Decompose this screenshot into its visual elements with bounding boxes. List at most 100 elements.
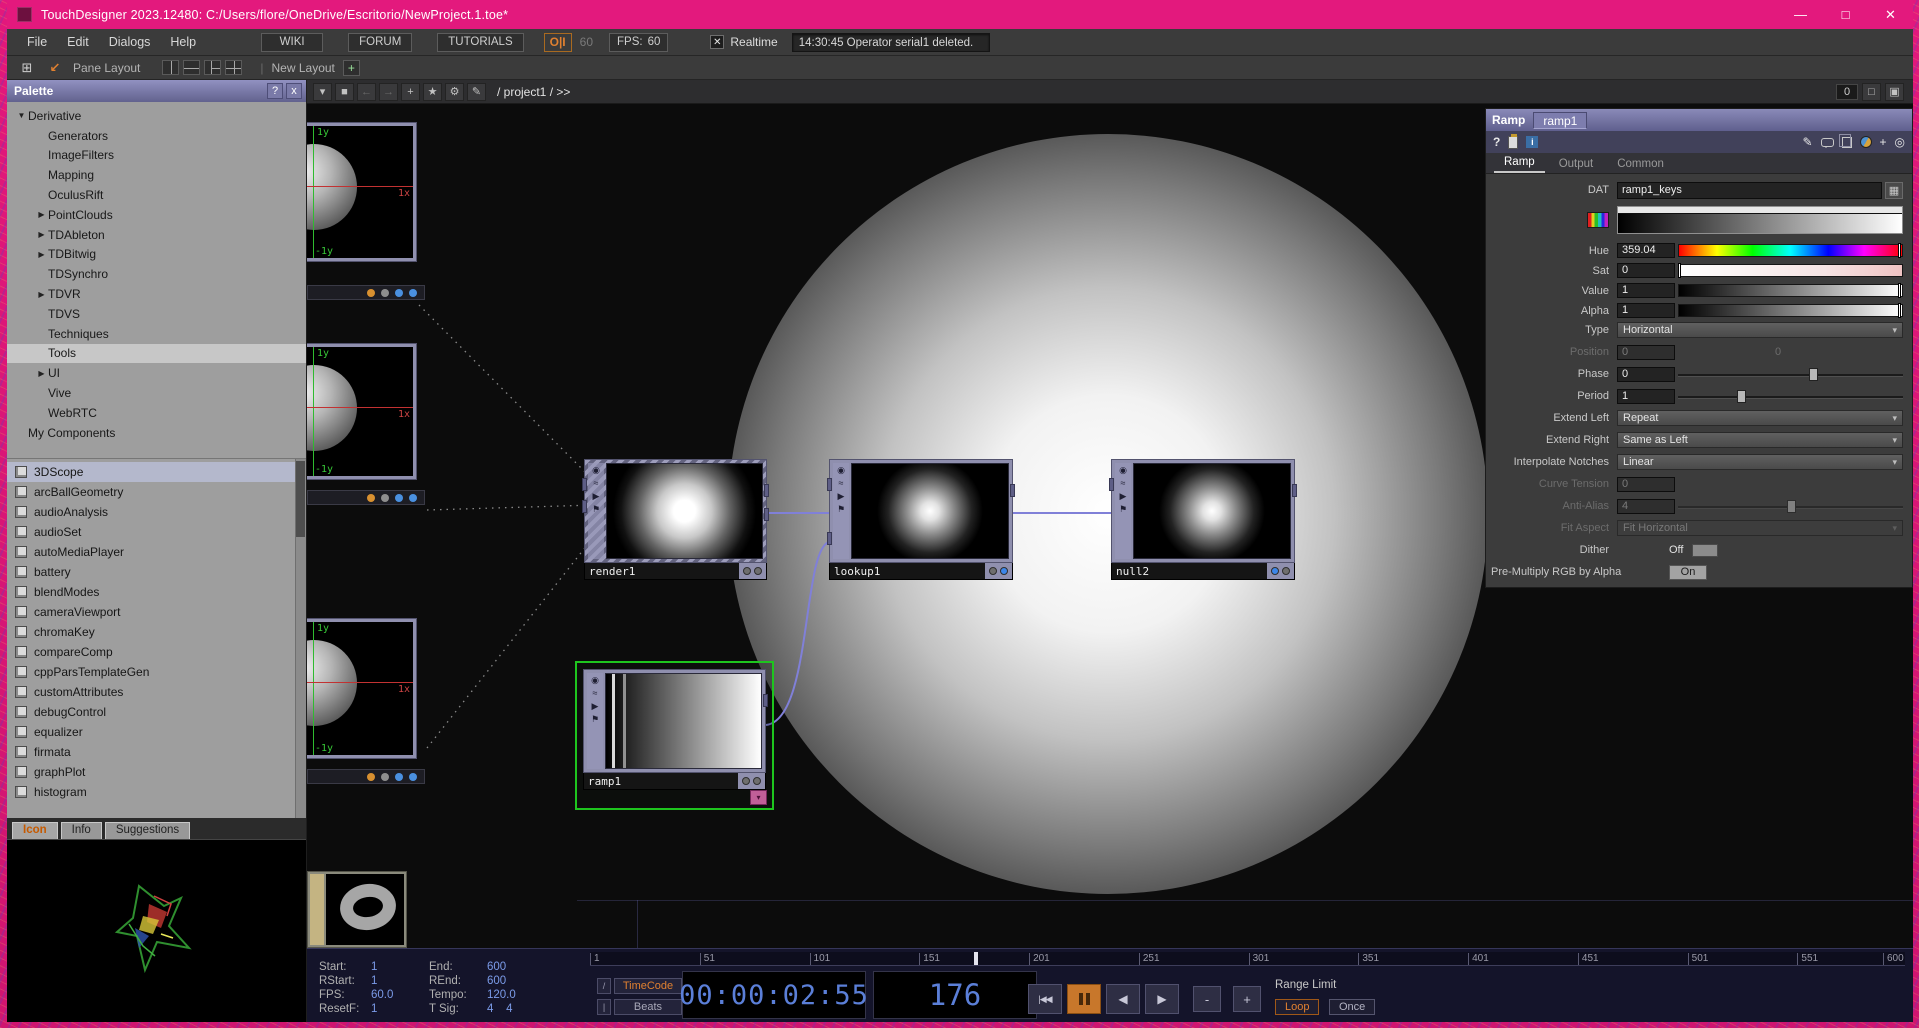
pane-type-icon[interactable]: ▾	[313, 83, 332, 101]
param-interpolate-notches-dropdown[interactable]: Linear▾	[1617, 454, 1903, 470]
node-tag-button[interactable]: ▾	[750, 790, 767, 805]
palette-tab-suggestions[interactable]: Suggestions	[105, 822, 190, 839]
palette-component-chromakey[interactable]: chromaKey	[7, 622, 295, 642]
palette-tree-item-tdableton[interactable]: ▶TDAbleton	[7, 225, 306, 245]
breadcrumb[interactable]: / project1 / >>	[497, 85, 570, 99]
copy-icon[interactable]	[1842, 137, 1852, 148]
playhead[interactable]	[974, 952, 978, 965]
node-flag-icon[interactable]: ⚑	[592, 504, 600, 514]
viewer-flag-dot[interactable]	[1282, 567, 1290, 575]
node-null2[interactable]: ◉ ≈ ▶ ⚑ null2	[1111, 459, 1295, 580]
annotate-icon[interactable]: ✎	[467, 83, 486, 101]
display-flag-dot[interactable]	[1271, 567, 1279, 575]
palette-tree-item-vive[interactable]: Vive	[7, 383, 306, 403]
param-value-field[interactable]: 0	[1617, 367, 1675, 382]
chevron-right-icon[interactable]: ▶	[35, 369, 48, 378]
input-connector[interactable]	[827, 532, 832, 545]
param-extend-right-dropdown[interactable]: Same as Left▾	[1617, 432, 1903, 448]
torus-viewer-node[interactable]	[307, 871, 407, 948]
node-flag-icon[interactable]: ⚑	[591, 714, 599, 724]
geometry-viewer-node[interactable]: 1y z 1x -1y	[307, 343, 417, 480]
menu-edit[interactable]: Edit	[57, 31, 99, 53]
jump-to-start-button[interactable]: |◀◀	[1028, 984, 1062, 1014]
palette-tree-item-tdvr[interactable]: ▶TDVR	[7, 284, 306, 304]
output-connector[interactable]	[763, 694, 768, 707]
param-value-field[interactable]: 0	[1617, 263, 1675, 278]
param-value-field[interactable]: 359.04	[1617, 243, 1675, 258]
palette-tab-info[interactable]: Info	[61, 822, 102, 839]
chevron-right-icon[interactable]: ▶	[35, 290, 48, 299]
slider-handle[interactable]	[1737, 390, 1746, 403]
node-bypass-icon[interactable]: ▶	[592, 701, 599, 711]
timeline-field-value[interactable]: 60.0	[371, 989, 429, 1001]
palette-tree-item-webrtc[interactable]: WebRTC	[7, 403, 306, 423]
layout-preset-split-horizontal[interactable]	[183, 60, 200, 75]
timeline-field-value[interactable]: 1	[371, 1003, 429, 1015]
close-button[interactable]: ✕	[1868, 0, 1913, 29]
geometry-viewer-node[interactable]: 1y z 1x -1y	[307, 122, 417, 262]
palette-component-debugcontrol[interactable]: debugControl	[7, 702, 295, 722]
timeline-ruler[interactable]: 151101151201251301351401451501551600	[590, 952, 1905, 966]
operator-name-field[interactable]: ramp1	[1533, 112, 1587, 129]
forward-arrow-icon[interactable]: →	[379, 83, 398, 101]
node-viewer-flag-icon[interactable]: ◉	[1119, 465, 1127, 475]
realtime-toggle[interactable]: ✕ Realtime	[710, 35, 777, 49]
viewer-flag-dot[interactable]	[989, 567, 997, 575]
viewer-flag-dot[interactable]	[743, 567, 751, 575]
dock-arrow-icon[interactable]: ↙	[45, 60, 65, 76]
add-parameter-icon[interactable]: +	[1880, 136, 1887, 148]
output-connector[interactable]	[1292, 484, 1297, 497]
menu-dialogs[interactable]: Dialogs	[99, 31, 161, 53]
stop-icon[interactable]: ■	[335, 83, 354, 101]
chevron-right-icon[interactable]: ▶	[35, 230, 48, 239]
chip-orange[interactable]	[367, 289, 375, 297]
palette-tree-item-tools[interactable]: Tools	[7, 344, 306, 364]
chevron-down-icon[interactable]: ▾	[1892, 413, 1897, 424]
input-connector[interactable]	[582, 478, 587, 491]
language-icon[interactable]	[1860, 136, 1872, 148]
viewer-flag-dot[interactable]	[742, 777, 750, 785]
node-bypass-icon[interactable]: ▶	[1120, 491, 1127, 501]
menu-help[interactable]: Help	[160, 31, 206, 53]
layout-preset-split-vertical[interactable]	[162, 60, 179, 75]
add-layout-button[interactable]: +	[343, 60, 360, 76]
target-icon[interactable]: ◎	[1895, 136, 1905, 148]
layout-preset-grid[interactable]	[225, 60, 242, 75]
timecode-mode-button[interactable]: /	[597, 978, 611, 994]
palette-tree-item-tdvs[interactable]: TDVS	[7, 304, 306, 324]
gear-icon[interactable]: ⚙	[445, 83, 464, 101]
display-flag-dot[interactable]	[753, 777, 761, 785]
param-value-slider[interactable]	[1678, 284, 1903, 297]
pencil-icon[interactable]: ✎	[1802, 136, 1812, 148]
palette-component-histogram[interactable]: histogram	[7, 782, 295, 802]
palette-tree-item-imagefilters[interactable]: ImageFilters	[7, 146, 306, 166]
palette-component-blendmodes[interactable]: blendModes	[7, 582, 295, 602]
param-sat-slider[interactable]	[1678, 264, 1903, 277]
chevron-down-icon[interactable]: ▼	[15, 111, 28, 120]
decrement-frame-button[interactable]: -	[1193, 986, 1221, 1012]
once-button[interactable]: Once	[1329, 999, 1375, 1015]
node-bypass-icon[interactable]: ▶	[593, 491, 600, 501]
timeline-field-value[interactable]: 600	[487, 961, 567, 973]
node-viewer-flag-icon[interactable]: ◉	[837, 465, 845, 475]
menu-file[interactable]: File	[17, 31, 57, 53]
chip-blue[interactable]	[395, 773, 403, 781]
chip-gray[interactable]	[381, 289, 389, 297]
node-render1[interactable]: ◉ ≈ ▶ ⚑ render1	[584, 459, 767, 580]
palette-component-arcballgeometry[interactable]: arcBallGeometry	[7, 482, 295, 502]
param-period-slider[interactable]	[1678, 390, 1903, 403]
node-viewer-flag-icon[interactable]: ◉	[592, 465, 600, 475]
display-flag-dot[interactable]	[754, 567, 762, 575]
palette-tree-item-generators[interactable]: Generators	[7, 126, 306, 146]
palette-component-cameraviewport[interactable]: cameraViewport	[7, 602, 295, 622]
palette-help-button[interactable]: ?	[267, 83, 283, 99]
comment-icon[interactable]	[1821, 138, 1834, 147]
menubar-button-tutorials[interactable]: TUTORIALS	[437, 33, 523, 52]
input-connector[interactable]	[582, 500, 587, 513]
node-flag-icon[interactable]: ⚑	[837, 504, 845, 514]
param-tab-output[interactable]: Output	[1549, 156, 1604, 173]
chip-blue[interactable]	[409, 773, 417, 781]
geometry-viewer-node[interactable]: 1y z 1x -1y	[307, 618, 417, 759]
beats-mode-button[interactable]: |	[597, 999, 611, 1015]
param-value-field[interactable]: 1	[1617, 283, 1675, 298]
